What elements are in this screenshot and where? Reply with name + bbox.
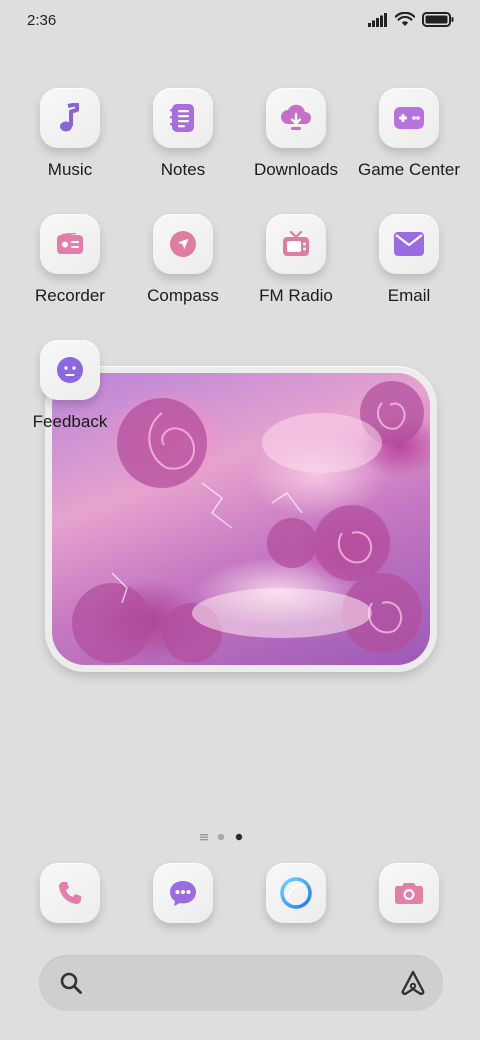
wifi-icon — [395, 12, 415, 26]
app-label: Feedback — [32, 412, 108, 431]
app-feedback[interactable]: Feedback — [10, 340, 130, 450]
app-notes[interactable]: Notes — [123, 88, 243, 198]
phone-icon — [59, 882, 81, 904]
battery-icon — [422, 12, 454, 27]
dock-camera[interactable] — [379, 863, 439, 923]
status-time: 2:36 — [27, 12, 57, 29]
music-tile[interactable] — [40, 88, 100, 148]
email-icon — [394, 232, 424, 256]
compass-icon — [170, 231, 196, 257]
app-downloads[interactable]: Downloads — [236, 88, 356, 198]
page-dot — [217, 833, 225, 841]
radio-icon — [283, 231, 309, 256]
app-label: Email — [387, 286, 431, 305]
app-recorder[interactable]: Recorder — [10, 214, 130, 324]
feedback-tile[interactable] — [40, 340, 100, 400]
gamepad-icon — [394, 107, 424, 129]
notes-icon — [170, 104, 194, 132]
notes-tile[interactable] — [153, 88, 213, 148]
downloads-tile[interactable] — [266, 88, 326, 148]
dock-phone[interactable] — [40, 863, 100, 923]
email-tile[interactable] — [379, 214, 439, 274]
recorder-icon — [57, 233, 83, 254]
dock-browser[interactable] — [266, 863, 326, 923]
browser-icon — [280, 877, 312, 909]
app-fm-radio[interactable]: FM Radio — [236, 214, 356, 324]
feedback-face-icon — [57, 357, 83, 383]
game-center-tile[interactable] — [379, 88, 439, 148]
compass-tile[interactable] — [153, 214, 213, 274]
camera-icon — [395, 883, 423, 904]
app-label: Game Center — [357, 160, 461, 179]
page-dot-active — [235, 833, 243, 841]
music-note-icon — [60, 103, 79, 132]
app-game-center[interactable]: Game Center — [349, 88, 469, 198]
page-indicator[interactable] — [200, 830, 260, 842]
assistant-icon[interactable] — [399, 969, 427, 997]
status-icons — [368, 12, 454, 27]
page-list-icon — [200, 834, 208, 841]
dock-messages[interactable] — [153, 863, 213, 923]
messages-icon — [170, 881, 196, 906]
app-email[interactable]: Email — [349, 214, 469, 324]
recorder-tile[interactable] — [40, 214, 100, 274]
fm-radio-tile[interactable] — [266, 214, 326, 274]
signal-icon — [368, 12, 387, 27]
search-icon — [60, 972, 82, 994]
status-bar: 2:36 — [0, 0, 480, 44]
download-cloud-icon — [281, 104, 311, 130]
search-bar[interactable] — [39, 955, 443, 1011]
app-compass[interactable]: Compass — [123, 214, 243, 324]
app-music[interactable]: Music — [10, 88, 130, 198]
